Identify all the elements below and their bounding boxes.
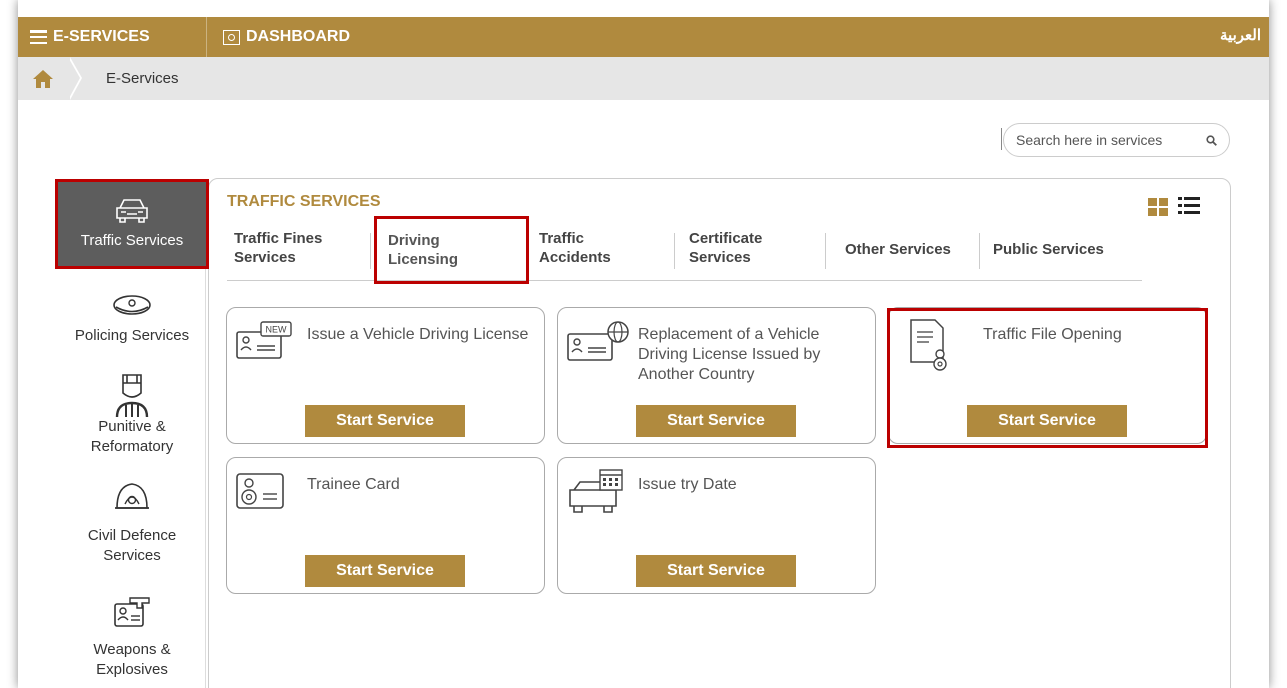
highlight-traffic-file-opening [887, 308, 1208, 448]
app-window: E-SERVICES DASHBOARD العربية E-Services … [18, 0, 1269, 688]
car-calendar-icon [569, 469, 623, 513]
breadcrumb-current[interactable]: E-Services [106, 57, 179, 100]
firefighter-helmet-icon [115, 483, 149, 509]
section-title: TRAFFIC SERVICES [227, 193, 381, 210]
eservices-label: E-SERVICES [53, 28, 150, 45]
sidebar-item-weapons[interactable]: Weapons & Explosives [58, 594, 206, 680]
breadcrumb-separator-inner [68, 57, 80, 100]
search-placeholder: Search here in services [1016, 132, 1163, 148]
topbar-divider [206, 17, 207, 57]
highlight-traffic-services [55, 179, 209, 269]
language-switch[interactable]: العربية [1220, 17, 1261, 53]
sidebar-item-label: Policing Services [74, 327, 190, 344]
tab-traffic-accidents[interactable]: Traffic Accidents [539, 229, 639, 267]
tab-certificate-services[interactable]: Certificate Services [689, 229, 799, 267]
start-service-button[interactable]: Start Service [305, 555, 465, 587]
start-service-button[interactable]: Start Service [636, 555, 796, 587]
service-tabs: Traffic Fines Services Driving Licensing… [227, 229, 1142, 281]
sidebar-item-label: Civil Defence Services [87, 527, 177, 564]
tab-divider [674, 233, 675, 269]
dashboard-icon [223, 29, 240, 45]
start-service-button[interactable]: Start Service [636, 405, 796, 437]
police-cap-icon [113, 295, 151, 315]
tab-other-services[interactable]: Other Services [845, 240, 985, 259]
card-title: Issue try Date [638, 476, 737, 493]
service-card-issue-license[interactable]: NEW Issue a Vehicle Driving License Star… [226, 307, 545, 444]
service-card-replacement-license[interactable]: Replacement of a Vehicle Driving License… [557, 307, 876, 444]
weapon-license-icon [114, 597, 150, 627]
tab-divider [825, 233, 826, 269]
license-globe-icon [567, 321, 629, 361]
new-badge: NEW [266, 325, 288, 335]
sidebar-item-policing[interactable]: Policing Services [58, 292, 206, 346]
card-title: Issue a Vehicle Driving License [307, 326, 529, 343]
search-caret [1001, 128, 1002, 150]
sidebar-item-punitive[interactable]: Punitive & Reformatory [58, 371, 206, 457]
tab-divider [979, 233, 980, 269]
list-view-icon[interactable] [1178, 196, 1200, 216]
dashboard-label: DASHBOARD [246, 28, 350, 45]
service-card-issue-try-date[interactable]: Issue try Date Start Service [557, 457, 876, 594]
card-title: Replacement of a Vehicle Driving License… [638, 326, 821, 383]
top-bar: E-SERVICES DASHBOARD العربية [18, 17, 1269, 57]
hamburger-icon [30, 30, 47, 44]
home-icon[interactable] [32, 69, 54, 89]
card-title: Trainee Card [307, 476, 400, 493]
license-new-icon: NEW [236, 321, 292, 359]
sidebar-item-label: Weapons & Explosives [93, 641, 171, 678]
trainee-card-icon [236, 473, 284, 509]
breadcrumb: E-Services [18, 57, 1269, 100]
sidebar-item-civil-defence[interactable]: Civil Defence Services [58, 480, 206, 566]
start-service-button[interactable]: Start Service [305, 405, 465, 437]
grid-view-icon[interactable] [1148, 198, 1168, 216]
tab-divider [370, 233, 371, 269]
eservices-menu-button[interactable]: E-SERVICES [30, 17, 150, 57]
search-icon[interactable] [1206, 135, 1217, 146]
tab-traffic-fines[interactable]: Traffic Fines Services [234, 229, 354, 267]
dashboard-button[interactable]: DASHBOARD [223, 17, 350, 57]
sidebar-item-label: Punitive & Reformatory [90, 418, 174, 455]
tab-public-services[interactable]: Public Services [993, 240, 1143, 259]
service-card-trainee-card[interactable]: Trainee Card Start Service [226, 457, 545, 594]
search-input[interactable]: Search here in services [1001, 123, 1230, 157]
prisoner-icon [115, 374, 149, 418]
highlight-driving-licensing [374, 216, 529, 284]
